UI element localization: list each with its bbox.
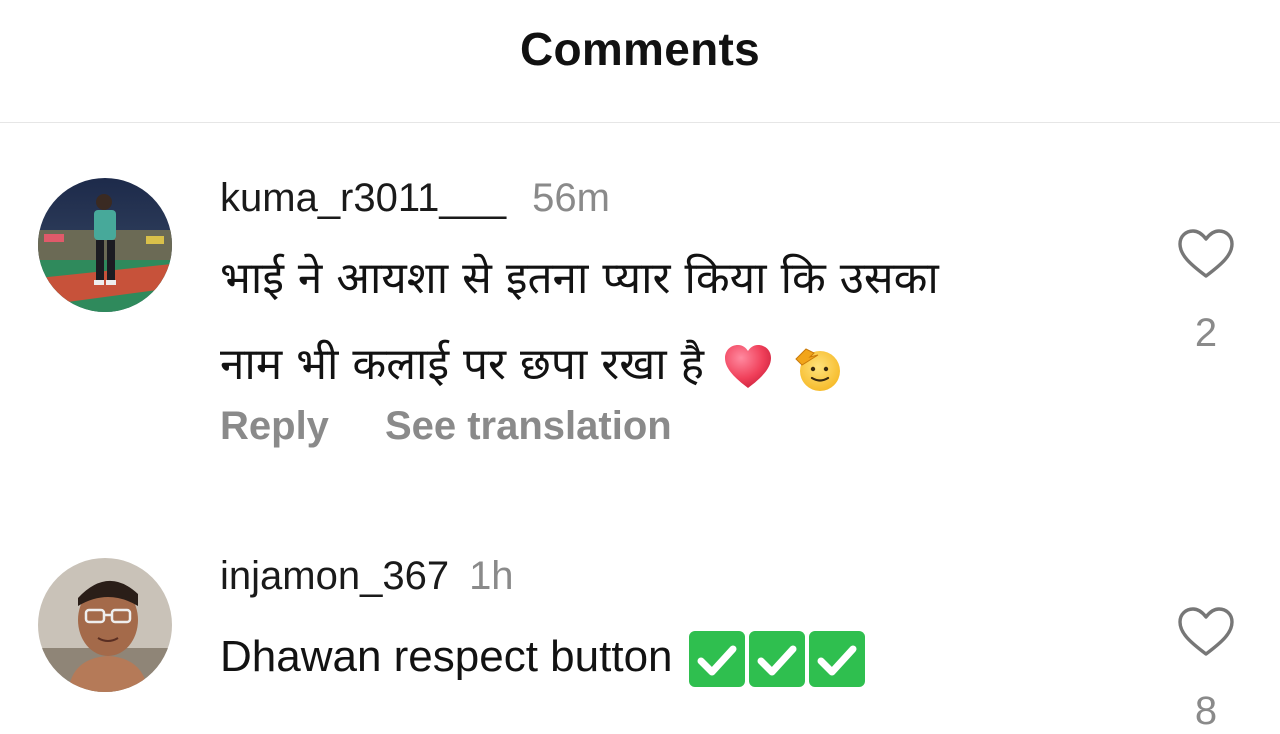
check-mark-button-icon <box>808 631 865 688</box>
page-title: Comments <box>519 23 761 75</box>
timestamp: 56m <box>532 176 610 220</box>
avatar[interactable] <box>38 178 172 312</box>
check-mark-button-icon <box>748 631 805 688</box>
avatar-photo-icon <box>38 558 172 692</box>
timestamp: 1h <box>469 554 514 598</box>
reply-button[interactable]: Reply <box>220 404 329 448</box>
comment-text-line-wrap: नाम भी कलाई पर छपा रखा है <box>220 322 1120 408</box>
like-control: 2 <box>1170 228 1242 356</box>
username[interactable]: injamon_367 <box>220 554 449 598</box>
username[interactable]: kuma_r3011___ <box>220 176 506 220</box>
comment-meta: kuma_r3011___ 56m <box>220 174 610 222</box>
see-translation-button[interactable]: See translation <box>385 404 672 448</box>
comment-text: भाई ने आयशा से इतना प्यार किया कि उसका न… <box>220 236 1120 408</box>
comment-actions: Reply See translation <box>220 404 728 449</box>
check-mark-button-icon <box>688 631 745 688</box>
comment-text-line: भाई ने आयशा से इतना प्यार किया कि उसका <box>220 253 939 304</box>
like-control: 8 <box>1170 606 1242 734</box>
comments-header: Comments <box>0 0 1280 123</box>
comment-meta: injamon_367 1h <box>220 552 514 600</box>
heart-outline-icon[interactable] <box>1176 228 1236 280</box>
avatar-photo-icon <box>38 178 172 312</box>
comment-text-line: Dhawan respect button <box>220 632 673 681</box>
like-count: 2 <box>1194 311 1218 355</box>
like-count: 8 <box>1194 689 1218 733</box>
avatar[interactable] <box>38 558 172 692</box>
red-heart-icon <box>724 345 771 388</box>
saluting-face-icon <box>795 348 840 391</box>
heart-outline-icon[interactable] <box>1176 606 1236 658</box>
comment-text-line: नाम भी कलाई पर छपा रखा है <box>220 339 704 390</box>
comment-text: Dhawan respect button <box>220 614 1120 700</box>
